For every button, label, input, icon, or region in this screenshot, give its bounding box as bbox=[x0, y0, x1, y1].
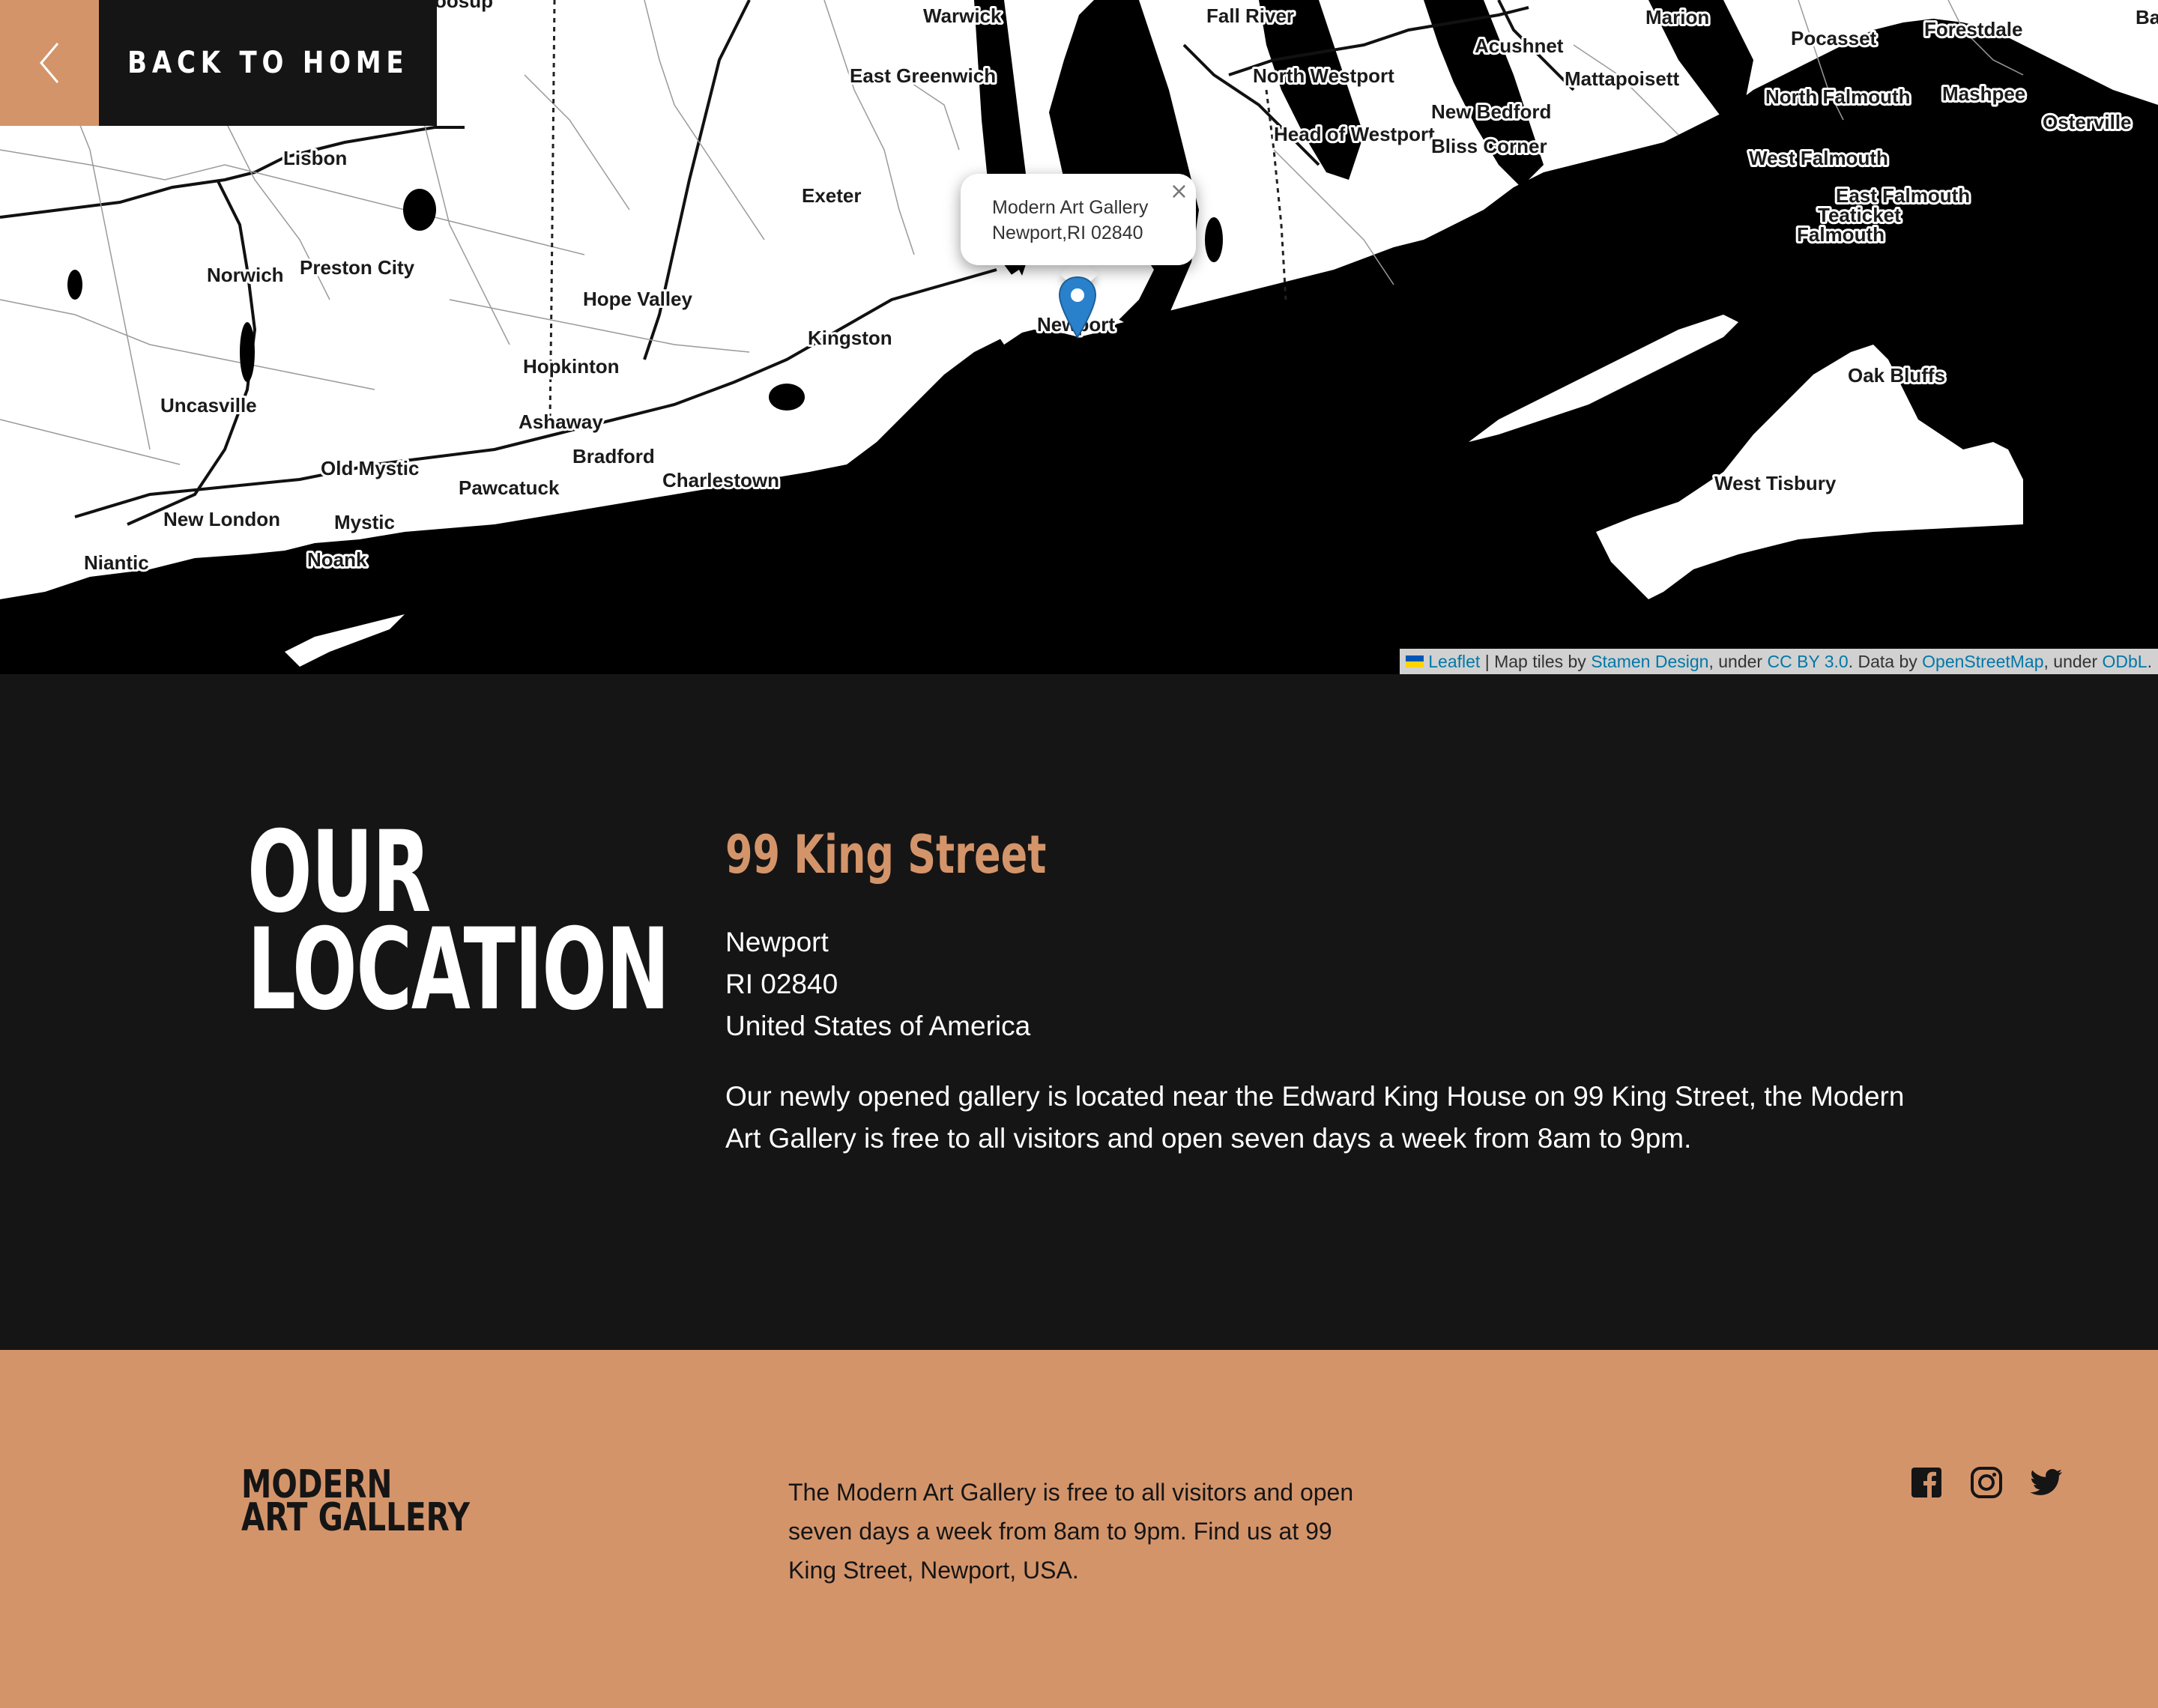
leaflet-link[interactable]: Leaflet bbox=[1428, 652, 1480, 672]
map-label: Mattapoisett bbox=[1565, 67, 1679, 90]
back-button[interactable] bbox=[0, 0, 99, 126]
map-label: West Tisbury bbox=[1714, 472, 1837, 494]
address-country: United States of America bbox=[725, 1011, 1031, 1041]
title-line: LOCATION bbox=[247, 905, 670, 1035]
map-label: Acushnet bbox=[1475, 34, 1564, 57]
map-label: East Greenwich bbox=[850, 64, 996, 87]
attribution-text: , under bbox=[1708, 651, 1768, 671]
odbl-link[interactable]: ODbL bbox=[2103, 652, 2148, 672]
cc-by-link[interactable]: CC BY 3.0 bbox=[1767, 652, 1848, 672]
back-to-home-link[interactable]: BACK TO HOME bbox=[99, 0, 437, 126]
popup-title: Modern Art Gallery bbox=[992, 197, 1149, 218]
location-description: Our newly opened gallery is located near… bbox=[725, 1081, 1905, 1154]
address-state-zip: RI 02840 bbox=[725, 969, 838, 999]
map-label: Noank bbox=[307, 548, 367, 571]
map-label: Preston City bbox=[300, 256, 415, 279]
osm-link[interactable]: OpenStreetMap bbox=[1922, 652, 2043, 672]
street-heading: 99 King Street bbox=[725, 824, 1047, 885]
map-label: Bliss Corner bbox=[1431, 135, 1547, 157]
map-label: West Falmouth bbox=[1749, 147, 1888, 169]
footer-logo[interactable]: MODERN ART GALLERY bbox=[241, 1465, 471, 1540]
address-block: Newport RI 02840 United States of Americ… bbox=[725, 921, 1030, 1047]
map-label: North Westport bbox=[1253, 64, 1394, 87]
map-label: Lisbon bbox=[283, 147, 347, 169]
attribution-text: , under bbox=[2043, 651, 2103, 671]
social-links bbox=[1909, 1465, 2064, 1500]
map-label: Pocasset bbox=[1791, 27, 1877, 49]
map-label: Oak Bluffs bbox=[1848, 364, 1945, 387]
attribution-text: . Data by bbox=[1848, 651, 1923, 671]
location-section: OUR LOCATION 99 King Street Newport RI 0… bbox=[0, 674, 2158, 1350]
footer: MODERN ART GALLERY The Modern Art Galler… bbox=[0, 1350, 2158, 1708]
map-label: Osterville bbox=[2043, 111, 2132, 133]
map-label: Bradford bbox=[572, 445, 655, 467]
page-title: OUR LOCATION bbox=[247, 817, 670, 1035]
map-label: Forestdale bbox=[1924, 18, 2023, 40]
map-label: Warwick bbox=[923, 4, 1002, 27]
map-label: Marion bbox=[1645, 6, 1709, 28]
map-label: Hope Valley bbox=[583, 288, 692, 310]
map-label: Exeter bbox=[802, 184, 862, 207]
map-label: Uncasville bbox=[160, 394, 257, 417]
back-to-home-label: BACK TO HOME bbox=[127, 46, 409, 80]
instagram-icon[interactable] bbox=[1969, 1465, 2004, 1500]
map-label: Charlestown bbox=[662, 469, 779, 491]
chevron-left-icon bbox=[40, 43, 59, 83]
map-label: Ba bbox=[2136, 6, 2158, 28]
map-label: Niantic bbox=[84, 551, 149, 574]
facebook-icon[interactable] bbox=[1909, 1465, 1944, 1500]
map-label: Kingston bbox=[808, 327, 892, 349]
attribution-text: | Map tiles by bbox=[1480, 651, 1592, 671]
map-label: Old Mystic bbox=[321, 457, 419, 479]
address-city: Newport bbox=[725, 927, 829, 957]
map-attribution: Leaflet | Map tiles by Stamen Design , u… bbox=[1400, 649, 2158, 674]
map-label: Fall River bbox=[1206, 4, 1294, 27]
footer-text: The Modern Art Gallery is free to all vi… bbox=[788, 1479, 1354, 1584]
map-label: Head of Westport bbox=[1274, 123, 1435, 145]
map-label: New London bbox=[163, 508, 280, 530]
map-label: Norwich bbox=[207, 264, 284, 286]
map-label: Ashaway bbox=[519, 411, 603, 433]
map-label: New Bedford bbox=[1431, 100, 1551, 123]
logo-line: ART GALLERY bbox=[241, 1495, 471, 1540]
stamen-link[interactable]: Stamen Design bbox=[1591, 652, 1708, 672]
map-label: Pawcatuck bbox=[459, 476, 560, 499]
attribution-text: . bbox=[2147, 651, 2152, 671]
map-label: oosup bbox=[435, 0, 493, 12]
ukraine-flag-icon bbox=[1406, 655, 1424, 667]
map-label: Mystic bbox=[334, 511, 395, 533]
map-label: Hopkinton bbox=[523, 355, 620, 378]
twitter-icon[interactable] bbox=[2029, 1465, 2064, 1500]
map-popup: Modern Art Gallery Newport,RI 02840 × bbox=[961, 174, 1196, 265]
map-label: Falmouth bbox=[1797, 223, 1885, 246]
popup-close-button[interactable]: × bbox=[1170, 178, 1188, 205]
popup-address: Newport,RI 02840 bbox=[992, 222, 1143, 243]
map-marker-icon[interactable] bbox=[1058, 276, 1097, 339]
map-label: Mashpee bbox=[1942, 82, 2025, 105]
map-label: North Falmouth bbox=[1765, 85, 1911, 108]
